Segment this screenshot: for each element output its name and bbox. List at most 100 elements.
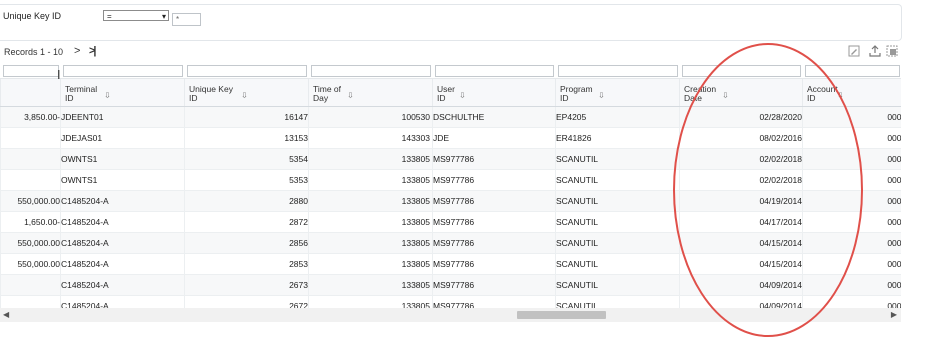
column-header[interactable]: Time of Day ⇩: [308, 78, 433, 107]
cell-creation-date: 02/28/2020: [679, 106, 803, 128]
edit-pencil-icon[interactable]: [848, 45, 860, 57]
operator-value: =: [107, 12, 112, 21]
column-header[interactable]: Account ID ⇩: [802, 78, 901, 107]
qbe-input-terminal[interactable]: [62, 64, 183, 77]
cell-terminal-id: C1485204-A: [60, 274, 185, 296]
sort-arrow-icon[interactable]: ⇩: [459, 91, 466, 100]
table-row[interactable]: OWNTS1 5353 133805 MS977786 SCANUTIL 02/02/20…: [0, 169, 901, 191]
cell-creation-date: 04/19/2014: [679, 190, 803, 212]
qbe-input[interactable]: [2, 64, 59, 77]
cell-account-id: 000: [802, 295, 901, 308]
cell-time-of-day: 133805: [308, 295, 433, 308]
cell-terminal-id: OWNTS1: [60, 148, 185, 170]
grid-settings-icon[interactable]: [886, 45, 898, 57]
sort-arrow-icon[interactable]: ⇩: [722, 91, 729, 100]
cell-amount: [0, 127, 61, 149]
cell-user-id: MS977786: [432, 274, 556, 296]
cell-program-id: ER41826: [555, 127, 680, 149]
cell-time-of-day: 100530: [308, 106, 433, 128]
qbe-input-program[interactable]: [557, 64, 678, 77]
records-count: Records 1 - 10: [4, 47, 64, 57]
scroll-left-icon[interactable]: ◀: [3, 310, 9, 319]
grid-body: 3,850.00- JDEENT01 16147 100530 DSCHULTHE EP4…: [0, 106, 901, 308]
scroll-right-icon[interactable]: ▶: [891, 310, 897, 319]
cell-account-id: 000: [802, 253, 901, 275]
cell-account-id: 000: [802, 274, 901, 296]
horizontal-scrollbar[interactable]: ◀ ▶: [0, 308, 901, 322]
sort-arrow-icon[interactable]: ⇩: [598, 91, 605, 100]
column-header-label: Date: [684, 93, 702, 103]
column-header-label: ID: [65, 93, 74, 103]
operator-select[interactable]: = ▾: [103, 10, 169, 21]
qbe-input-account[interactable]: [804, 64, 900, 77]
cell-amount: 550,000.00: [0, 190, 61, 212]
cell-time-of-day: 133805: [308, 274, 433, 296]
cell-terminal-id: C1485204-A: [60, 253, 185, 275]
column-header-row: Terminal ID ⇩ Unique Key ID ⇩ Time of Day ⇩ User I…: [0, 78, 901, 107]
cell-account-id: 000: [802, 211, 901, 233]
table-row[interactable]: C1485204-A 2673 133805 MS977786 SCANUTIL 04/0…: [0, 274, 901, 296]
qbe-input-user[interactable]: [434, 64, 554, 77]
cell-creation-date: 04/15/2014: [679, 232, 803, 254]
table-row[interactable]: JDEJAS01 13153 143303 JDE ER41826 08/02/2016 0…: [0, 127, 901, 149]
filter-value-input[interactable]: *: [172, 13, 201, 26]
cell-unique-key-id: 2672: [184, 295, 309, 308]
sort-arrow-icon[interactable]: ⇩: [241, 91, 248, 100]
cell-user-id: JDE: [432, 127, 556, 149]
table-row[interactable]: 550,000.00 C1485204-A 2880 133805 MS977786 SC…: [0, 190, 901, 212]
cell-program-id: SCANUTIL: [555, 232, 680, 254]
last-page-button[interactable]: >|: [89, 45, 96, 57]
cell-terminal-id: C1485204-A: [60, 295, 185, 308]
cell-account-id: 000: [802, 169, 901, 191]
column-header-label: ID: [189, 93, 198, 103]
filter-panel: Unique Key ID = ▾ *: [0, 4, 902, 41]
cell-terminal-id: C1485204-A: [60, 232, 185, 254]
cell-creation-date: 02/02/2018: [679, 169, 803, 191]
column-header-label: ID: [807, 93, 816, 103]
cell-account-id: 000: [802, 232, 901, 254]
cell-unique-key-id: 16147: [184, 106, 309, 128]
table-row[interactable]: OWNTS1 5354 133805 MS977786 SCANUTIL 02/02/20…: [0, 148, 901, 170]
cell-program-id: SCANUTIL: [555, 211, 680, 233]
sort-arrow-icon[interactable]: ⇩: [347, 91, 354, 100]
cell-time-of-day: 133805: [308, 253, 433, 275]
table-row[interactable]: 1,650.00- C1485204-A 2872 133805 MS977786 SCA…: [0, 211, 901, 233]
cell-user-id: MS977786: [432, 295, 556, 308]
cell-account-id: 000: [802, 127, 901, 149]
cell-creation-date: 04/15/2014: [679, 253, 803, 275]
cell-unique-key-id: 5353: [184, 169, 309, 191]
cell-program-id: SCANUTIL: [555, 274, 680, 296]
column-header[interactable]: Unique Key ID ⇩: [184, 78, 309, 107]
table-row[interactable]: C1485204-A 2672 133805 MS977786 SCANUTIL 04/0…: [0, 295, 901, 308]
cell-unique-key-id: 2880: [184, 190, 309, 212]
cell-amount: 550,000.00: [0, 232, 61, 254]
table-row[interactable]: 550,000.00 C1485204-A 2853 133805 MS977786 SC…: [0, 253, 901, 275]
filter-label: Unique Key ID: [3, 11, 62, 21]
cell-time-of-day: 133805: [308, 232, 433, 254]
column-header[interactable]: User ID ⇩: [432, 78, 556, 107]
cell-amount: [0, 274, 61, 296]
cell-terminal-id: OWNTS1: [60, 169, 185, 191]
cell-user-id: MS977786: [432, 148, 556, 170]
column-header[interactable]: Program ID ⇩: [555, 78, 680, 107]
sort-arrow-icon[interactable]: ⇩: [104, 91, 111, 100]
cell-creation-date: 02/02/2018: [679, 148, 803, 170]
export-upload-icon[interactable]: [869, 45, 881, 57]
column-header[interactable]: Creation Date ⇩: [679, 78, 803, 107]
sort-arrow-icon[interactable]: ⇩: [837, 91, 844, 100]
table-row[interactable]: 3,850.00- JDEENT01 16147 100530 DSCHULTHE EP4…: [0, 106, 901, 128]
cell-time-of-day: 133805: [308, 211, 433, 233]
cell-amount: 1,650.00-: [0, 211, 61, 233]
next-page-button[interactable]: >: [74, 45, 80, 57]
table-row[interactable]: 550,000.00 C1485204-A 2856 133805 MS977786 SC…: [0, 232, 901, 254]
cell-unique-key-id: 2856: [184, 232, 309, 254]
qbe-input-time[interactable]: [310, 64, 431, 77]
column-header: [0, 78, 61, 107]
qbe-input-unique-key[interactable]: [186, 64, 307, 77]
scrollbar-thumb[interactable]: [517, 311, 606, 319]
cell-amount: 550,000.00: [0, 253, 61, 275]
qbe-input-creation-date[interactable]: [681, 64, 801, 77]
cell-user-id: MS977786: [432, 232, 556, 254]
column-header[interactable]: Terminal ID ⇩: [60, 78, 185, 107]
cell-user-id: MS977786: [432, 169, 556, 191]
